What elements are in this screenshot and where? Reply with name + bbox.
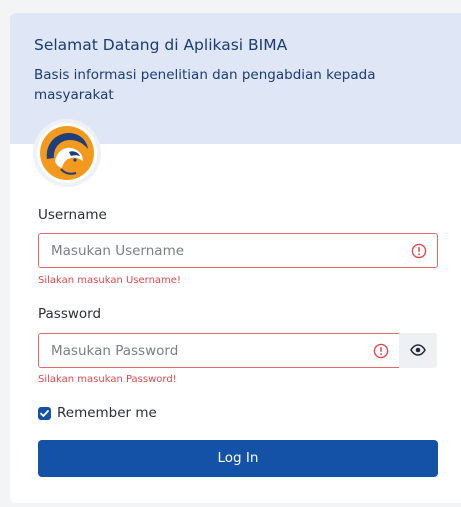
error-icon — [373, 343, 389, 359]
error-icon — [411, 243, 427, 259]
toggle-password-visibility-button[interactable] — [399, 333, 437, 368]
username-label: Username — [38, 207, 107, 223]
login-card: Selamat Datang di Aplikasi BIMA Basis in… — [10, 13, 461, 503]
remember-label: Remember me — [57, 405, 157, 421]
eye-icon — [410, 344, 426, 356]
app-logo-icon — [33, 119, 101, 187]
page-title: Selamat Datang di Aplikasi BIMA — [34, 36, 288, 54]
password-error: Silakan masukan Password! — [38, 374, 177, 385]
login-button[interactable]: Log In — [38, 440, 438, 477]
username-field[interactable] — [38, 233, 438, 268]
password-field[interactable] — [38, 333, 400, 368]
username-error: Silakan masukan Username! — [38, 275, 181, 286]
username-input[interactable] — [51, 234, 381, 267]
password-label: Password — [38, 306, 102, 322]
password-input[interactable] — [51, 334, 381, 367]
page-subtitle: Basis informasi penelitian dan pengabdia… — [34, 67, 376, 103]
remember-checkbox[interactable] — [38, 407, 51, 420]
check-icon — [40, 410, 49, 417]
